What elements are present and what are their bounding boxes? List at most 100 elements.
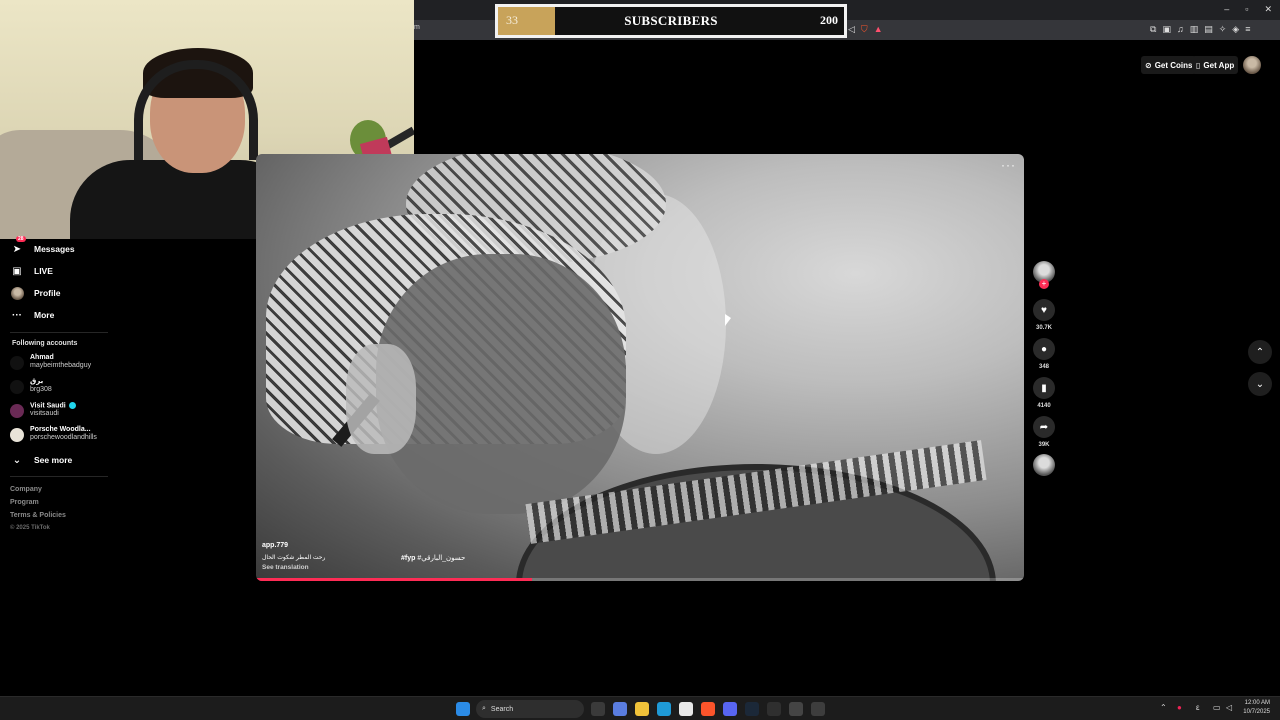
video-scene-hand: [346, 344, 416, 454]
share-arrow-icon: ➦: [1039, 421, 1049, 433]
volume-icon[interactable]: ◁: [1226, 703, 1232, 712]
address-bar[interactable]: m: [414, 24, 420, 31]
sidebar-item-more[interactable]: ··· More: [10, 308, 54, 322]
see-translation-button[interactable]: See translation: [262, 564, 309, 571]
following-account[interactable]: Porsche Woodla... porschewoodlandhills: [10, 426, 97, 442]
sidebar-icon[interactable]: ▥: [1190, 24, 1199, 35]
previous-video-button[interactable]: ⌃: [1248, 340, 1272, 364]
footer-link-terms[interactable]: Terms & Policies: [10, 512, 66, 519]
account-name: برق: [30, 378, 44, 385]
like-button[interactable]: ♥: [1033, 299, 1055, 321]
save-count: 4140: [1037, 403, 1051, 409]
like-count: 30.7K: [1035, 325, 1052, 331]
following-accounts-title: Following accounts: [12, 340, 78, 347]
menu-icon[interactable]: ≡: [1245, 24, 1250, 35]
account-username: porschewoodlandhills: [30, 434, 97, 441]
brave-shield-icon[interactable]: ⛉: [861, 24, 868, 35]
following-account[interactable]: Ahmad maybeimthebadguy: [10, 354, 91, 370]
video-more-options-button[interactable]: ···: [1001, 158, 1016, 172]
share-button[interactable]: ➦: [1033, 416, 1055, 438]
wallet-icon[interactable]: ▤: [1204, 24, 1213, 35]
xbox-icon[interactable]: [767, 702, 781, 716]
search-icon: ⌕: [482, 705, 486, 712]
next-video-button[interactable]: ⌄: [1248, 372, 1272, 396]
get-coins-button[interactable]: ⊘ Get Coins: [1141, 56, 1197, 74]
windows-start-icon[interactable]: [456, 702, 470, 716]
vpn-icon[interactable]: ◈: [1232, 24, 1239, 35]
brave-rewards-icon[interactable]: ▲: [874, 24, 883, 35]
tray-chevron-up-icon[interactable]: ⌃: [1160, 703, 1167, 712]
phone-icon: ▯: [1196, 60, 1201, 70]
subscriber-goal-bar: 33 SUBSCRIBERS 200: [495, 4, 847, 38]
sidebar-item-label: More: [34, 310, 55, 320]
extensions-icon[interactable]: ⧉: [1150, 24, 1156, 35]
taskbar-clock[interactable]: 12:00 AM 10/7/2025: [1243, 699, 1270, 717]
comment-count: 348: [1038, 364, 1049, 370]
following-account[interactable]: Visit Saudi visitsaudi: [10, 402, 76, 418]
windows-taskbar: ⌕ Search ⌃ ● ε ▭ ◁ 12:00 AM 10/7/2025: [0, 696, 1280, 720]
video-player[interactable]: ··· app.779 رحت المطر شكوت الحال #fyp #ح…: [256, 154, 1024, 581]
sidebar-item-label: Messages: [34, 244, 75, 254]
obs-icon[interactable]: [789, 702, 803, 716]
sound-icon[interactable]: ◁: [848, 24, 855, 35]
save-button[interactable]: ▮: [1033, 377, 1055, 399]
hashtag-link[interactable]: #fyp: [401, 555, 415, 562]
paper-plane-icon: ➤ 28: [12, 236, 26, 255]
discord-icon[interactable]: [723, 702, 737, 716]
music-icon[interactable]: ♫: [1177, 24, 1184, 35]
see-more-button[interactable]: ⌄ See more: [10, 453, 72, 467]
bookmark-icon: ▮: [1041, 382, 1047, 394]
follow-plus-icon[interactable]: +: [1039, 279, 1049, 289]
avatar: [10, 404, 24, 418]
subscriber-goal-target: 200: [820, 13, 838, 27]
footer-link-company[interactable]: Company: [10, 486, 42, 493]
sidebar-item-live[interactable]: ▣ LIVE: [10, 264, 53, 278]
account-name: Porsche Woodla...: [30, 426, 91, 433]
sidebar-item-label: Profile: [34, 288, 61, 298]
sidebar-divider: [10, 332, 108, 333]
sidebar-item-profile[interactable]: Profile: [10, 286, 60, 300]
video-hashtags: #fyp #حسون_البارقي: [401, 554, 465, 562]
video-author[interactable]: app.779: [262, 542, 288, 549]
comment-button[interactable]: ●: [1033, 338, 1055, 360]
comment-icon: ●: [1040, 343, 1048, 355]
footer-link-program[interactable]: Program: [10, 499, 39, 506]
header-avatar[interactable]: [1243, 56, 1261, 74]
file-explorer-icon[interactable]: [635, 702, 649, 716]
maximize-button[interactable]: ▫: [1245, 4, 1248, 15]
brave-browser-icon[interactable]: [701, 702, 715, 716]
chevron-down-icon: ⌄: [1255, 378, 1265, 390]
video-progress-bar[interactable]: [256, 578, 1024, 581]
toolbar-icons-left: ◁ ⛉ ▲: [848, 24, 883, 35]
leo-ai-icon[interactable]: ✧: [1219, 24, 1227, 35]
coin-icon: ⊘: [1145, 60, 1152, 70]
steam-icon[interactable]: [745, 702, 759, 716]
microphone-icon[interactable]: ●: [1177, 703, 1182, 712]
get-coins-label: Get Coins: [1154, 60, 1193, 70]
task-view-icon[interactable]: [591, 702, 605, 716]
language-icon[interactable]: ε: [1196, 703, 1200, 712]
get-app-label: Get App: [1203, 60, 1235, 70]
sound-disc-avatar[interactable]: [1033, 454, 1055, 476]
network-icon[interactable]: ▭: [1213, 703, 1221, 712]
app-icon[interactable]: [811, 702, 825, 716]
heart-icon: ♥: [1041, 304, 1047, 316]
avatar: [10, 286, 24, 300]
store-icon[interactable]: [679, 702, 693, 716]
account-username: brg308: [30, 386, 52, 393]
taskbar-search-label: Search: [490, 705, 514, 713]
screenshot-icon[interactable]: ▣: [1162, 24, 1171, 35]
get-app-button[interactable]: ▯ Get App: [1192, 56, 1239, 74]
clock-date: 10/7/2025: [1243, 709, 1270, 715]
hashtag-link[interactable]: #حسون_البارقي: [417, 555, 465, 562]
avatar: [10, 428, 24, 442]
following-account[interactable]: برق brg308: [10, 378, 52, 394]
minimize-button[interactable]: –: [1224, 4, 1229, 15]
account-username: maybeimthebadguy: [30, 362, 92, 369]
copyright: © 2025 TikTok: [10, 525, 50, 531]
edge-icon[interactable]: [657, 702, 671, 716]
copilot-icon[interactable]: [613, 702, 627, 716]
sidebar-item-messages[interactable]: ➤ 28 Messages: [10, 236, 75, 256]
taskbar-search[interactable]: ⌕ Search: [476, 700, 584, 718]
close-button[interactable]: ✕: [1264, 4, 1272, 15]
